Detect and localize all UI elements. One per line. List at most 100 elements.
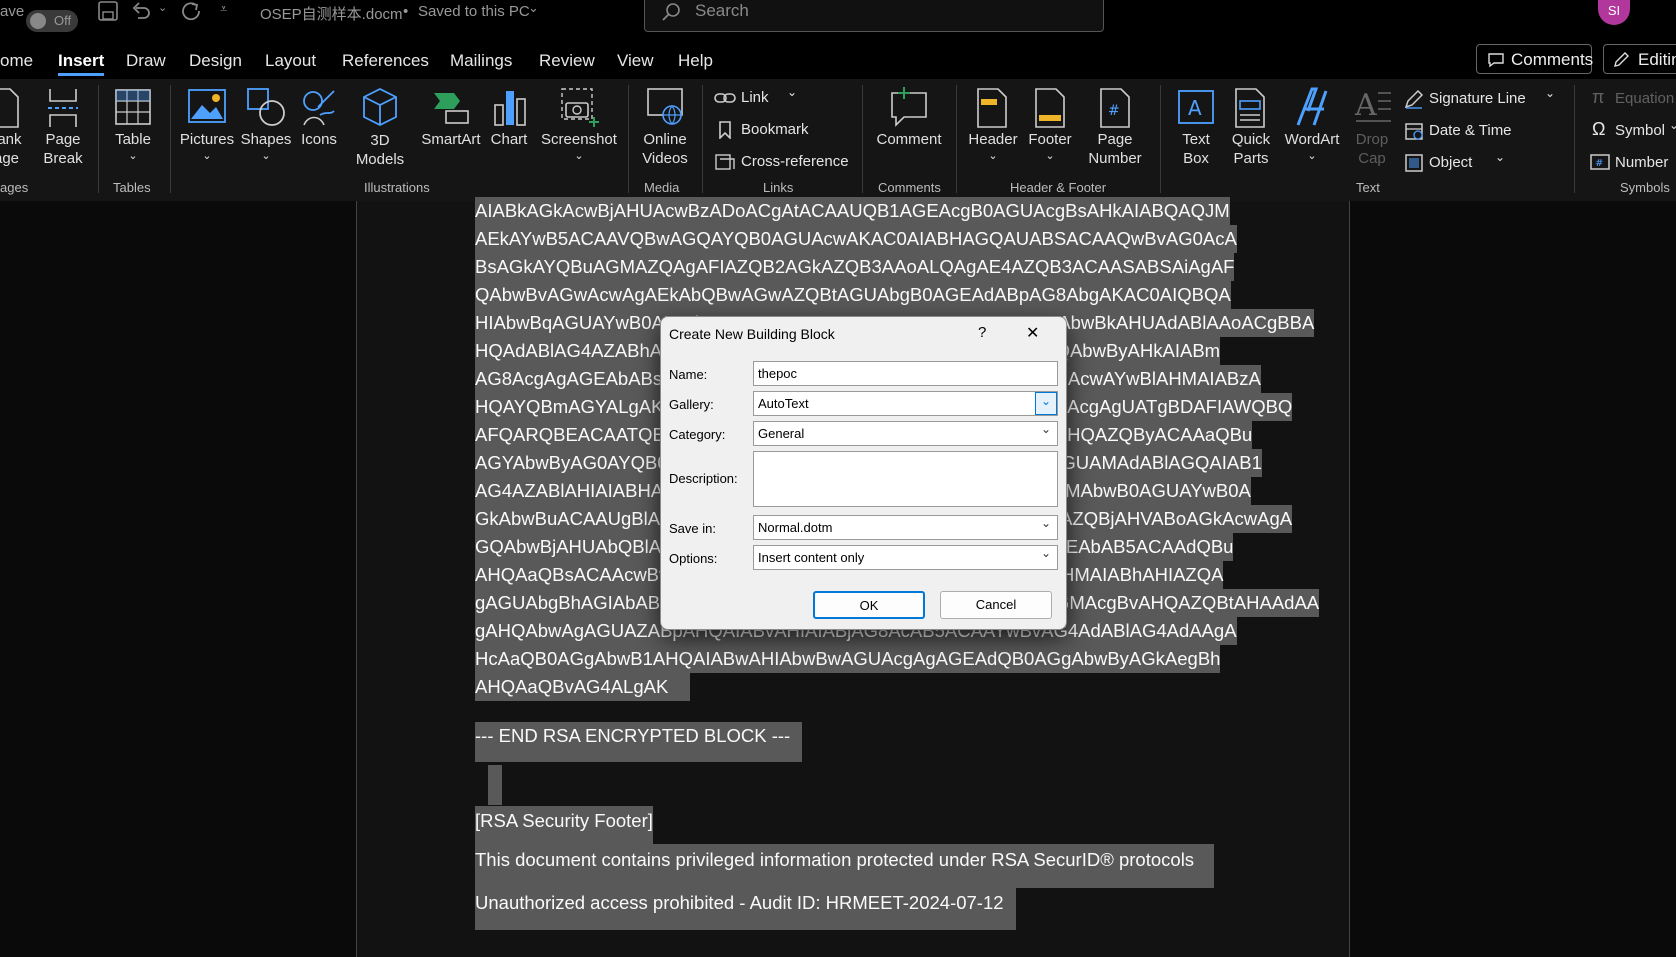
- editing-button[interactable]: Editin: [1603, 44, 1676, 74]
- symbol-label: Symbol: [1615, 122, 1666, 139]
- close-icon[interactable]: ✕: [1026, 323, 1039, 343]
- blank-page-label-2: age: [0, 150, 20, 167]
- group-media-label: Media: [644, 180, 680, 195]
- title-separator-dot: •: [403, 3, 409, 20]
- chevron-down-icon: ⌄: [1041, 422, 1052, 436]
- tab-home[interactable]: ome: [0, 51, 33, 71]
- save-in-value: Normal.dotm: [758, 520, 833, 535]
- screenshot-icon: [561, 88, 599, 127]
- 3d-cube-icon: [363, 87, 397, 127]
- name-label: Name:: [669, 367, 708, 382]
- save-status-chevron-icon[interactable]: ⌄: [528, 0, 539, 16]
- footer-line-1[interactable]: This document contains privileged inform…: [475, 844, 1215, 888]
- screenshot-chevron-icon: ⌄: [574, 150, 584, 162]
- tab-insert[interactable]: Insert: [58, 51, 105, 76]
- tab-help[interactable]: Help: [678, 51, 713, 71]
- help-icon[interactable]: ?: [978, 324, 986, 341]
- doc-line[interactable]: BsAGkAYQBuAGMAZQAgAFIAZQB2AGkAZQB3AAoALQ…: [475, 253, 1235, 281]
- 3d-models-label-1: 3D: [370, 132, 390, 149]
- equation-button[interactable]: π Equation: [1590, 87, 1676, 111]
- save-in-select[interactable]: Normal.dotm ⌄: [753, 515, 1058, 540]
- avatar[interactable]: SI: [1598, 0, 1630, 25]
- page-break-label-2: Break: [43, 150, 83, 167]
- search-box[interactable]: Search: [644, 0, 1104, 32]
- number-button[interactable]: # Number: [1590, 151, 1676, 175]
- save-status[interactable]: Saved to this PC: [418, 3, 530, 20]
- pictures-icon: [188, 89, 226, 123]
- link-label: Link: [741, 89, 769, 106]
- quick-parts-label-2: Parts: [1233, 150, 1269, 167]
- blank-page-label-1: lank: [0, 131, 22, 148]
- signature-line-button[interactable]: Signature Line ⌄: [1404, 86, 1574, 111]
- save-icon[interactable]: [97, 0, 119, 22]
- autosave-toggle[interactable]: Off: [26, 10, 78, 32]
- options-dropdown-button[interactable]: ⌄: [1034, 546, 1057, 569]
- signature-line-label: Signature Line: [1429, 90, 1526, 107]
- doc-line[interactable]: HcAaQB0AGgAbwB1AHQAIABwAHIAbwBwAGUAcgAgA…: [475, 645, 1221, 673]
- page-number-icon: #: [1100, 88, 1130, 128]
- object-label: Object: [1429, 154, 1473, 171]
- cross-reference-button[interactable]: Cross-reference: [714, 151, 854, 175]
- undo-icon[interactable]: [130, 0, 152, 22]
- search-icon: [662, 3, 680, 21]
- doc-line[interactable]: AHQAaQBvAG4ALgAK: [475, 673, 691, 701]
- options-value: Insert content only: [758, 550, 865, 565]
- ribbon-separator: [98, 85, 99, 193]
- header-icon: [977, 88, 1007, 128]
- gallery-label: Gallery:: [669, 397, 714, 412]
- autosave-state: Off: [54, 13, 72, 28]
- gallery-select[interactable]: AutoText ⌄: [753, 391, 1058, 416]
- name-field[interactable]: thepoc: [753, 361, 1058, 386]
- symbol-button[interactable]: Ω Symbol ⌄: [1590, 118, 1676, 143]
- ok-button[interactable]: OK: [813, 591, 925, 619]
- group-tables-label: Tables: [113, 180, 151, 195]
- empty-paragraph-mark[interactable]: [488, 765, 502, 805]
- svg-text:#: #: [1108, 103, 1120, 119]
- tab-draw[interactable]: Draw: [126, 51, 166, 71]
- pi-icon: π: [1592, 87, 1605, 107]
- tab-review[interactable]: Review: [539, 51, 595, 71]
- category-dropdown-button[interactable]: ⌄: [1034, 422, 1057, 445]
- doc-line[interactable]: QAbwBvAGwAcwAgAEkAbQBwAGwAZQBtAGUAbgB0AG…: [475, 281, 1231, 309]
- tab-layout[interactable]: Layout: [265, 51, 316, 71]
- footer-line-2[interactable]: Unauthorized access prohibited - Audit I…: [475, 888, 1016, 930]
- tab-mailings[interactable]: Mailings: [450, 51, 512, 71]
- options-select[interactable]: Insert content only ⌄: [753, 545, 1058, 570]
- tab-view[interactable]: View: [617, 51, 654, 71]
- customize-qat-icon[interactable]: ⩡: [220, 1, 227, 17]
- save-in-dropdown-button[interactable]: ⌄: [1034, 516, 1057, 539]
- group-text-label: Text: [1356, 180, 1380, 195]
- link-button[interactable]: Link ⌄: [714, 85, 804, 111]
- dialog-title: Create New Building Block: [669, 326, 835, 342]
- icons-label: Icons: [301, 131, 337, 148]
- ribbon-separator: [862, 85, 863, 193]
- gallery-dropdown-button[interactable]: ⌄: [1035, 392, 1057, 415]
- end-block-line[interactable]: --- END RSA ENCRYPTED BLOCK ---: [475, 722, 803, 762]
- object-button[interactable]: Object ⌄: [1404, 150, 1514, 175]
- document-title[interactable]: OSEP自测样本.docm: [260, 3, 403, 24]
- tab-references[interactable]: References: [342, 51, 429, 71]
- cancel-button[interactable]: Cancel: [940, 591, 1052, 619]
- number-label: Number: [1615, 154, 1669, 171]
- description-field[interactable]: [753, 451, 1058, 507]
- redo-icon[interactable]: [180, 0, 202, 22]
- icons-icon: [303, 90, 335, 126]
- tab-design[interactable]: Design: [189, 51, 242, 71]
- svg-text:A: A: [1354, 88, 1377, 123]
- bookmark-button[interactable]: Bookmark: [714, 119, 824, 143]
- gallery-value: AutoText: [758, 396, 809, 411]
- text-box-label-2: Box: [1183, 150, 1209, 167]
- shapes-icon: [247, 88, 285, 126]
- undo-dropdown-icon[interactable]: ⌄: [158, 1, 167, 14]
- ribbon: lank age Page Break ages Table ⌄ Tables …: [0, 79, 1676, 201]
- doc-line[interactable]: AEkAYwB5ACAAVQBwAGQAYQB0AGUAcwAKAC0AIABH…: [475, 225, 1237, 253]
- comments-button[interactable]: Comments: [1476, 44, 1593, 74]
- bookmark-icon: [719, 121, 731, 139]
- date-time-button[interactable]: Date & Time: [1404, 119, 1544, 143]
- search-placeholder: Search: [695, 1, 749, 20]
- footer-title-line[interactable]: [RSA Security Footer]: [475, 806, 653, 844]
- quick-parts-icon: [1235, 88, 1265, 128]
- category-select[interactable]: General ⌄: [753, 421, 1058, 446]
- page-break-label-1: Page: [45, 131, 81, 148]
- doc-line[interactable]: AIABkAGkAcwBjAHUAcwBzADoACgAtACAAUQB1AGE…: [475, 197, 1230, 225]
